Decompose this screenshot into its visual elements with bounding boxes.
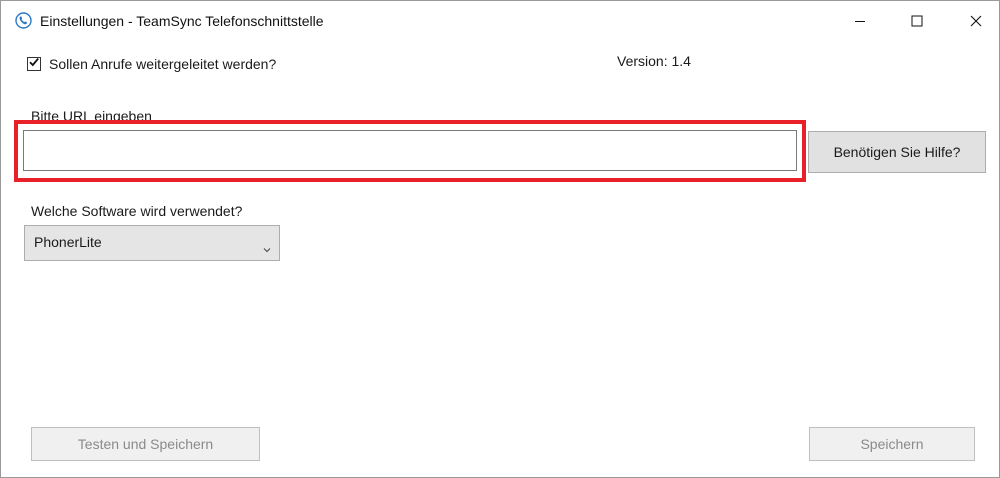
close-icon [970, 15, 982, 27]
forward-calls-checkbox[interactable] [27, 57, 41, 71]
title-bar[interactable]: Einstellungen - TeamSync Telefonschnitts… [1, 1, 999, 41]
test-and-save-button[interactable]: Testen und Speichern [31, 427, 260, 461]
version-label: Version: 1.4 [617, 53, 691, 69]
software-select-value: PhonerLite [34, 234, 102, 250]
help-button[interactable]: Benötigen Sie Hilfe? [808, 131, 986, 173]
software-select[interactable]: PhonerLite [24, 225, 280, 261]
chevron-down-icon [263, 240, 271, 258]
settings-window: Einstellungen - TeamSync Telefonschnitts… [0, 0, 1000, 478]
url-label: Bitte URL eingeben [31, 108, 152, 124]
minimize-icon [854, 15, 866, 27]
forward-calls-label[interactable]: Sollen Anrufe weitergeleitet werden? [49, 56, 276, 72]
maximize-button[interactable] [894, 1, 940, 41]
phone-icon [15, 12, 32, 29]
forward-calls-row[interactable]: Sollen Anrufe weitergeleitet werden? [27, 56, 276, 72]
software-label: Welche Software wird verwendet? [31, 203, 243, 219]
checkmark-icon [28, 55, 40, 73]
window-title: Einstellungen - TeamSync Telefonschnitts… [40, 13, 324, 29]
close-button[interactable] [953, 1, 999, 41]
url-input[interactable] [23, 130, 797, 171]
minimize-button[interactable] [837, 1, 883, 41]
save-button[interactable]: Speichern [809, 427, 975, 461]
maximize-icon [911, 15, 923, 27]
